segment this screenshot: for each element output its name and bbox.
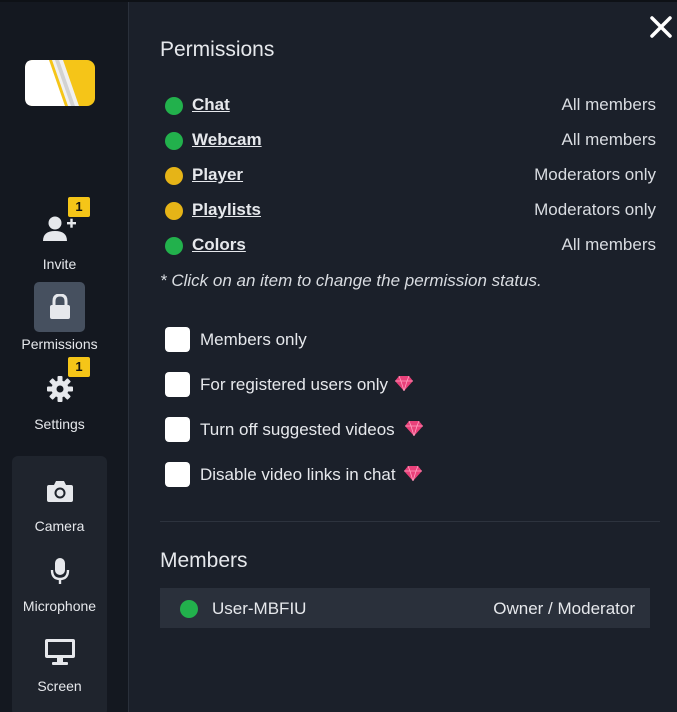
sidebar: 1 Invite Permissions 1 Settings Camera M… (0, 2, 129, 712)
member-role: Owner / Moderator (493, 599, 635, 618)
microphone-label: Microphone (22, 598, 97, 614)
option-disable-video-links[interactable]: Disable video links in chat (165, 462, 465, 490)
permission-note: * Click on an item to change the permiss… (160, 271, 542, 290)
monitor-icon (44, 639, 75, 665)
screen-share-button[interactable]: Screen (0, 632, 119, 702)
sidebar-item-label: Settings (34, 416, 85, 432)
option-label: For registered users only (200, 375, 389, 394)
permission-item-webcam[interactable]: Webcam All members (160, 128, 656, 152)
gear-icon (46, 376, 73, 402)
sidebar-item-label: Permissions (21, 336, 98, 352)
camera-icon (46, 481, 73, 502)
microphone-icon (50, 558, 69, 584)
permission-item-chat[interactable]: Chat All members (160, 93, 656, 117)
permission-value: All members (561, 130, 656, 149)
close-icon[interactable] (648, 14, 674, 40)
permission-name: Colors (192, 235, 246, 254)
option-label: Turn off suggested videos (200, 420, 395, 439)
permission-name: Webcam (192, 130, 262, 149)
permission-item-player[interactable]: Player Moderators only (160, 163, 656, 187)
sidebar-item-permissions[interactable]: Permissions (0, 282, 119, 354)
premium-gem-icon (395, 376, 413, 391)
permission-value: Moderators only (534, 165, 656, 184)
permission-value: Moderators only (534, 200, 656, 219)
premium-gem-icon (405, 421, 423, 436)
member-row[interactable]: User-MBFIU Owner / Moderator (160, 588, 650, 628)
option-members-only[interactable]: Members only (165, 327, 465, 355)
microphone-button[interactable]: Microphone (0, 552, 119, 622)
checkbox[interactable] (165, 327, 190, 352)
status-dot (165, 237, 183, 255)
permission-item-colors[interactable]: Colors All members (160, 233, 656, 257)
permission-name: Playlists (192, 200, 261, 219)
status-dot (165, 132, 183, 150)
sidebar-item-settings[interactable]: 1 Settings (0, 357, 119, 434)
permission-name: Chat (192, 95, 230, 114)
camera-button[interactable]: Camera (0, 472, 119, 542)
status-dot (165, 97, 183, 115)
invite-badge: 1 (68, 197, 90, 217)
member-name: User-MBFIU (212, 599, 307, 618)
option-label: Disable video links in chat (200, 465, 396, 484)
app-logo (25, 60, 95, 106)
screen-label: Screen (37, 678, 82, 694)
sidebar-item-invite[interactable]: 1 Invite (0, 197, 119, 274)
permission-value: All members (561, 95, 656, 114)
sidebar-item-label: Invite (42, 256, 77, 272)
add-user-icon (42, 216, 76, 241)
members-title: Members (160, 549, 248, 572)
status-dot (165, 167, 183, 185)
status-dot (165, 202, 183, 220)
premium-gem-icon (404, 466, 422, 481)
permissions-title: Permissions (160, 38, 275, 61)
permission-name: Player (192, 165, 244, 184)
option-turn-off-suggested[interactable]: Turn off suggested videos (165, 417, 465, 445)
option-label: Members only (200, 330, 307, 349)
checkbox[interactable] (165, 417, 190, 442)
permission-item-playlists[interactable]: Playlists Moderators only (160, 198, 656, 222)
section-divider (160, 521, 660, 522)
checkbox[interactable] (165, 372, 190, 397)
permission-value: All members (561, 235, 656, 254)
camera-label: Camera (34, 518, 85, 534)
lock-icon (49, 294, 70, 319)
online-status-dot (180, 600, 198, 618)
option-registered-only[interactable]: For registered users only (165, 372, 465, 400)
checkbox[interactable] (165, 462, 190, 487)
settings-badge: 1 (68, 357, 90, 377)
